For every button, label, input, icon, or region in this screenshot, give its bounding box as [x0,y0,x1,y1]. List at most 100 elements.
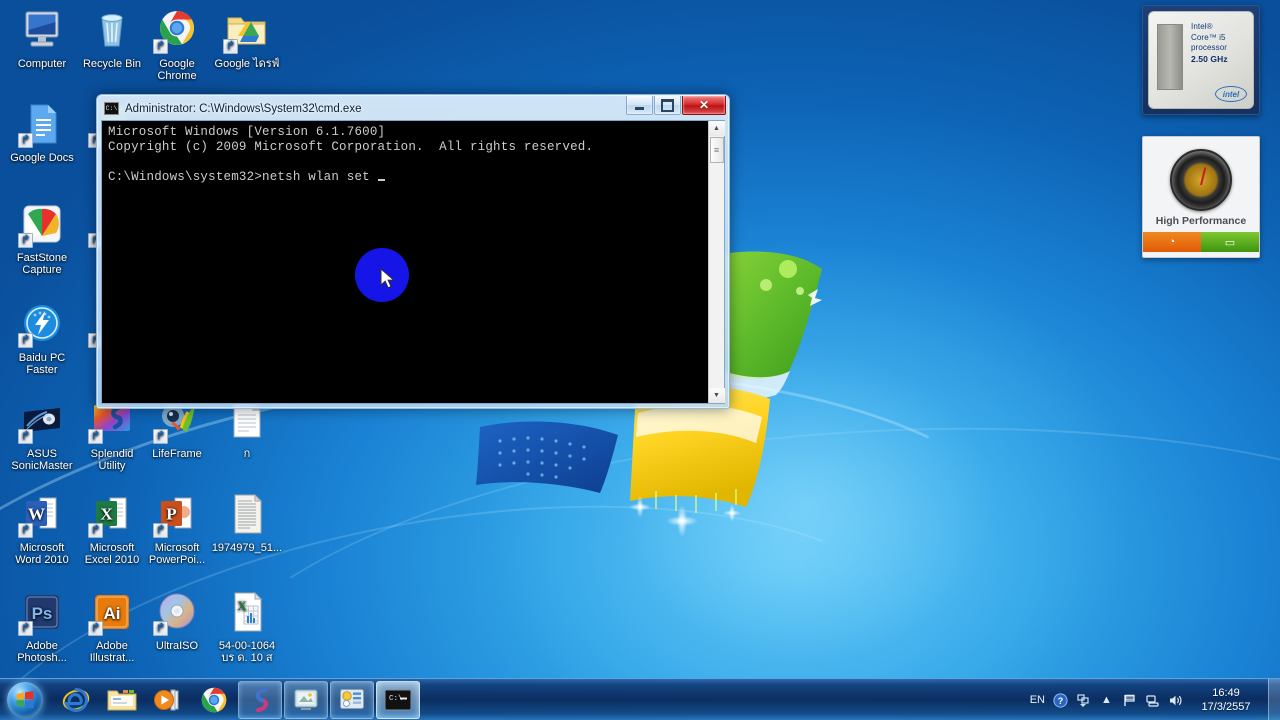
power-dial-icon [1170,149,1232,211]
desktop-icon-text-document-1974979[interactable]: 1974979_51... [211,490,283,554]
shortcut-overlay-icon [18,523,33,538]
text-document-icon [223,490,271,538]
desktop-icon-asus-sonicmaster[interactable]: ASUS SonicMaster [6,396,78,472]
show-desktop-button[interactable] [1268,679,1280,720]
desktop-icon-label: Recycle Bin [82,58,142,70]
scrollbar-thumb[interactable] [709,137,724,163]
desktop-icon-adobe-illustrator[interactable]: Ai Adobe Illustrat... [76,588,148,664]
desktop-icon-label: Google ไดรฟ์ [214,58,280,70]
svg-text:P: P [166,505,176,524]
desktop-icon-label: Adobe Illustrat... [89,640,135,664]
chrome-icon [153,6,201,54]
taskbar[interactable]: C:\ EN ? ▲ 16:49 17/3/2557 [0,678,1280,720]
svg-text:?: ? [1058,696,1064,706]
asus-sonicmaster-icon [18,396,66,444]
desktop-background[interactable]: Computer Recycle Bin ↰ Google Chrome ↰ G… [0,0,1280,720]
internet-explorer-icon [62,687,90,712]
shortcut-overlay-icon [18,333,33,348]
taskbar-command-prompt[interactable]: C:\ [376,680,420,719]
shortcut-overlay-icon [153,523,168,538]
shortcut-overlay-icon [88,621,103,636]
power-plan-gadget[interactable]: High Performance ◔ ▭ [1142,136,1260,258]
svg-text:Ps: Ps [32,604,53,623]
desktop-icon-adobe-photoshop[interactable]: Ps Adobe Photosh... [6,588,78,664]
tray-network-icon[interactable] [1144,692,1161,709]
help-icon[interactable]: ? [1052,692,1069,709]
tray-overflow-icon[interactable] [1075,692,1092,709]
power-mode-bars: ◔ ▭ [1143,232,1259,252]
taskbar-clock[interactable]: 16:49 17/3/2557 [1190,686,1262,714]
desktop-icon-label: Google Docs [10,152,74,164]
tray-volume-icon[interactable] [1167,692,1184,709]
start-button[interactable] [2,680,48,720]
desktop-icon-google-chrome[interactable]: Google Chrome [141,6,213,82]
cpu-load-bar [1157,24,1183,90]
shortcut-overlay-icon [153,621,168,636]
cpu-chip-graphic: Intel® Core™ i5 processor 2.50 GHz intel [1148,11,1254,109]
desktop-icon-microsoft-word[interactable]: W Microsoft Word 2010 [6,490,78,566]
desktop-icon-computer[interactable]: Computer [6,6,78,70]
cmd-icon: C:\ [104,102,119,115]
close-button[interactable]: ✕ [682,96,726,115]
console-client-area[interactable]: Microsoft Windows [Version 6.1.7600] Cop… [101,120,725,404]
desktop-icon-baidu-pc-faster[interactable]: Baidu PC Faster [6,300,78,376]
desktop-icon-faststone-capture[interactable]: FastStone Capture [6,200,78,276]
google-drive-folder-icon [223,6,271,54]
shortcut-overlay-icon [18,133,33,148]
power-saver-button[interactable]: ◔ [1143,232,1201,252]
scroll-down-button[interactable]: ▼ [708,388,725,403]
taskbar-windows-explorer[interactable] [100,681,144,719]
window-controls: ✕ [625,96,726,115]
console-scrollbar[interactable]: ▲ ▼ [708,121,725,403]
desktop-icon-label: FastStone Capture [16,252,68,276]
maximize-button[interactable] [654,96,681,115]
window-title: Administrator: C:\Windows\System32\cmd.e… [125,102,362,115]
minimize-button[interactable] [626,96,653,115]
desktop-icon-label: Baidu PC Faster [18,352,66,376]
taskbar-capture-tool[interactable] [284,680,328,719]
shortcut-overlay-icon [88,523,103,538]
taskbar-control-panel[interactable] [330,680,374,719]
screen-capture-icon [294,689,318,710]
taskbar-media-player[interactable] [146,681,190,719]
scroll-up-button[interactable]: ▲ [708,121,725,136]
power-plan-label: High Performance [1155,215,1247,227]
illustrator-icon: Ai [88,588,136,636]
desktop-icon-label: Google Chrome [157,58,197,82]
media-player-icon [154,689,179,710]
desktop-icon-microsoft-powerpoint[interactable]: P Microsoft PowerPoi... [141,490,213,566]
windows-logo-icon [7,681,43,718]
desktop-icon-label: ASUS SonicMaster [11,448,73,472]
desktop-icon-google-drive[interactable]: Google ไดรฟ์ [211,6,283,70]
taskbar-internet-explorer[interactable] [54,681,98,719]
desktop-icon-label: UltraISO [155,640,199,652]
desktop-icon-label: Computer [17,58,67,70]
show-hidden-icons-button[interactable]: ▲ [1098,692,1115,709]
window-titlebar[interactable]: C:\ Administrator: C:\Windows\System32\c… [100,96,726,119]
desktop-icon-ultraiso[interactable]: UltraISO [141,588,213,652]
cpu-meter-gadget[interactable]: Intel® Core™ i5 processor 2.50 GHz intel [1142,5,1260,115]
language-indicator[interactable]: EN [1030,694,1045,706]
intel-logo-icon: intel [1215,86,1247,102]
word-icon: W [18,490,66,538]
cpu-model-line: Core™ i5 [1191,32,1226,42]
desktop-icon-recycle-bin[interactable]: Recycle Bin [76,6,148,70]
desktop-icon-label: Microsoft Excel 2010 [84,542,140,566]
tray-flag-action-center[interactable] [1121,692,1138,709]
wallpaper-arc [167,393,1280,720]
cpu-speed-line: 2.50 GHz [1191,53,1228,64]
taskbar-google-chrome[interactable] [192,681,236,719]
taskbar-splendid-utility[interactable] [238,680,282,719]
command-prompt-window[interactable]: C:\ Administrator: C:\Windows\System32\c… [96,94,730,409]
svg-text:W: W [28,505,45,524]
desktop-icon-excel-document-54001064[interactable]: X 54-00-1064 บร ด. 10 ส [211,588,283,664]
shortcut-overlay-icon [88,429,103,444]
desktop-icon-microsoft-excel[interactable]: X Microsoft Excel 2010 [76,490,148,566]
cpu-processor-line: processor [1191,43,1228,52]
console-output: Microsoft Windows [Version 6.1.7600] Cop… [108,125,594,184]
shortcut-overlay-icon [153,429,168,444]
high-performance-button[interactable]: ▭ [1201,232,1259,252]
shortcut-overlay-icon [223,39,238,54]
shortcut-overlay-icon [18,429,33,444]
desktop-icon-google-docs[interactable]: Google Docs [6,100,78,164]
